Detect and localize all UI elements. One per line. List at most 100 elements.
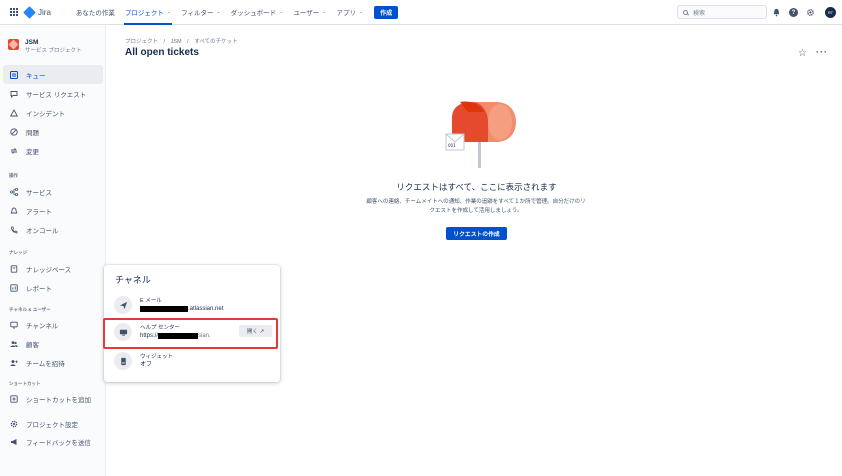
create-button[interactable]: 作成: [374, 5, 399, 19]
breadcrumb-separator: /: [187, 39, 189, 45]
sidebar-item-reports[interactable]: レポート: [0, 278, 103, 297]
customers-icon: [9, 339, 18, 348]
sidebar-section-title: チャネル & ユーザー: [9, 307, 51, 312]
sidebar-item-problems[interactable]: 問題: [0, 122, 103, 141]
project-avatar-icon: [8, 39, 19, 50]
create-request-button[interactable]: リクエストの作成: [446, 227, 507, 240]
breadcrumb-jsm[interactable]: JSM: [171, 39, 182, 45]
channel-email-address: .atlassian.net: [140, 305, 223, 313]
channel-email[interactable]: E メール .atlassian.net: [114, 294, 274, 316]
sidebar-item-project-settings[interactable]: プロジェクト設定: [0, 414, 103, 433]
sidebar-item-oncall[interactable]: オンコール: [0, 220, 103, 239]
chevron-down-icon: ⌄: [216, 9, 221, 15]
breadcrumb-projects[interactable]: プロジェクト: [125, 39, 158, 45]
sidebar-item-label: ナレッジベース: [26, 266, 72, 274]
sidebar-section-title: 操作: [9, 173, 18, 178]
breadcrumb-separator: /: [163, 39, 166, 45]
sidebar-item-add-shortcut[interactable]: ショートカットを追加: [0, 389, 103, 408]
help-center-highlight-box: [103, 318, 278, 349]
sidebar-item-service-requests[interactable]: サービス リクエスト: [0, 84, 103, 103]
nav-filters[interactable]: フィルター ⌄: [176, 0, 226, 25]
sidebar-item-invite-team[interactable]: チームを招待: [0, 353, 103, 372]
jira-logo[interactable]: Jira: [23, 5, 51, 19]
avatar[interactable]: RT: [825, 7, 836, 18]
channel-email-label: E メール: [140, 298, 162, 304]
add-link-icon: [9, 394, 18, 403]
nav-people[interactable]: ユーザー ⌄: [288, 0, 331, 25]
gear-icon[interactable]: [806, 8, 815, 17]
main-nav: あなたの作業 プロジェクト ⌄ フィルター ⌄ ダッシュボード ⌄ ユーザー ⌄ アプリ…: [71, 0, 399, 25]
sidebar-item-label: 変更: [26, 148, 39, 156]
svg-text:001: 001: [448, 143, 456, 148]
sidebar-item-label: フィードバックを送信: [26, 439, 91, 447]
chevron-down-icon: ⌄: [166, 9, 172, 15]
sidebar-item-label: 問題: [26, 129, 39, 137]
breadcrumb: プロジェクト / JSM / すべてのチケット: [125, 37, 242, 45]
sidebar-item-alerts[interactable]: アラート: [0, 201, 103, 220]
channels-popup-title: チャネル: [115, 275, 151, 285]
jira-logo-icon: [23, 5, 36, 19]
channel-widget[interactable]: ウィジェット オフ: [114, 350, 274, 372]
sidebar-item-incidents[interactable]: インシデント: [0, 103, 103, 122]
channel-icon: [9, 320, 18, 329]
invite-icon: [9, 358, 18, 367]
sidebar-item-label: チームを招待: [26, 360, 65, 368]
chevron-down-icon: ⌄: [322, 9, 327, 15]
sidebar-item-knowledge-base[interactable]: ナレッジベース: [0, 259, 103, 278]
chat-icon: [9, 89, 18, 98]
services-icon: [9, 187, 18, 196]
sidebar-item-label: アラート: [26, 208, 52, 216]
sidebar-item-services[interactable]: サービス: [0, 182, 103, 201]
sidebar-item-queues[interactable]: キュー: [3, 65, 103, 84]
sidebar-section-title: ナレッジ: [9, 250, 27, 255]
sidebar-item-feedback[interactable]: フィードバックを送信: [0, 432, 103, 451]
empty-state-description: 顧客への連絡、チームメイトへの通知、作業の追跡をすべて１か所で管理。自分だけのリ…: [366, 199, 586, 214]
queue-icon: [9, 70, 18, 79]
sidebar-item-label: インシデント: [26, 110, 65, 118]
nav-dashboards[interactable]: ダッシュボード ⌄: [226, 0, 289, 25]
bell-icon: [9, 206, 18, 215]
widget-icon: [114, 352, 132, 370]
sidebar-item-label: サービス リクエスト: [26, 91, 87, 99]
sidebar-item-customers[interactable]: 顧客: [0, 334, 103, 353]
sidebar-item-label: サービス: [26, 189, 52, 197]
sidebar-item-label: レポート: [26, 285, 52, 293]
block-icon: [9, 127, 18, 136]
sidebar-section-title: ショートカット: [9, 381, 41, 386]
mailbox-illustration: 001: [445, 101, 516, 168]
help-icon[interactable]: ?: [789, 8, 798, 17]
star-icon[interactable]: ☆: [798, 48, 807, 59]
search-placeholder: 検索: [693, 10, 706, 17]
sidebar-item-channels[interactable]: チャンネル: [0, 315, 103, 334]
page-title: All open tickets: [125, 47, 199, 58]
top-navigation: Jira あなたの作業 プロジェクト ⌄ フィルター ⌄ ダッシュボード ⌄ ユーザー…: [0, 0, 842, 25]
chart-icon: [9, 283, 18, 292]
sidebar-item-changes[interactable]: 変更: [0, 141, 103, 160]
project-header[interactable]: JSM サービス プロジェクト: [8, 39, 82, 55]
search-input[interactable]: 検索: [677, 5, 767, 19]
sidebar-item-label: チャンネル: [26, 322, 59, 330]
notifications-icon[interactable]: [772, 8, 781, 17]
redacted-text: [140, 306, 188, 312]
empty-state-heading: リクエストはすべて、ここに表示されます: [396, 182, 557, 192]
sidebar-item-label: 顧客: [26, 341, 39, 349]
channel-widget-label: ウィジェット: [140, 354, 174, 360]
book-icon: [9, 264, 18, 273]
nav-your-work[interactable]: あなたの作業: [71, 0, 120, 25]
megaphone-icon: [9, 437, 18, 446]
settings-icon: [9, 419, 18, 428]
sidebar-item-label: プロジェクト設定: [26, 421, 78, 429]
channel-widget-status: オフ: [140, 362, 153, 368]
breadcrumb-all-tickets[interactable]: すべてのチケット: [194, 39, 237, 45]
send-icon: [114, 296, 132, 314]
search-icon: [683, 9, 688, 15]
oncall-icon: [9, 225, 18, 234]
sidebar-item-label: オンコール: [26, 227, 59, 235]
chevron-down-icon: ⌄: [279, 9, 284, 15]
app-switcher-icon[interactable]: [10, 8, 18, 16]
sidebar-item-label: キュー: [26, 72, 46, 80]
chevron-down-icon: ⌄: [358, 9, 364, 15]
nav-apps[interactable]: アプリ ⌄: [331, 0, 368, 25]
more-options-icon[interactable]: ···: [816, 47, 828, 57]
nav-projects[interactable]: プロジェクト ⌄: [120, 0, 176, 25]
